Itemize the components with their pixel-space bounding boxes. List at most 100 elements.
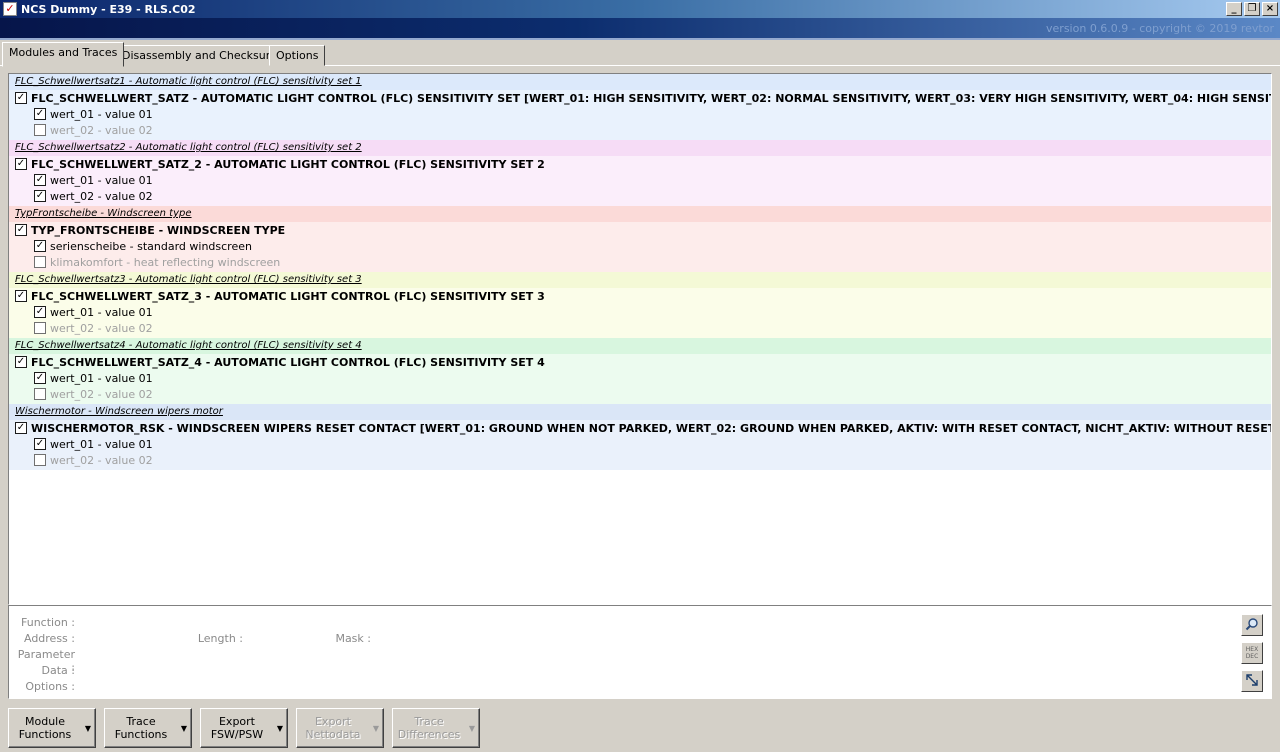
parameter-row[interactable]: ✓ FLC_SCHWELLWERT_SATZ - AUTOMATIC LIGHT … — [9, 90, 1271, 106]
header-banner: version 0.6.0.9 - copyright © 2019 revto… — [0, 18, 1280, 40]
value-checkbox[interactable] — [34, 124, 46, 136]
parameter-label: FLC_SCHWELLWERT_SATZ - AUTOMATIC LIGHT C… — [31, 91, 1272, 105]
parameter-checkbox[interactable]: ✓ — [15, 356, 27, 368]
parameter-checkbox[interactable]: ✓ — [15, 422, 27, 434]
group-header: FLC_Schwellwertsatz1 - Automatic light c… — [9, 74, 1271, 90]
dropdown-arrow-icon: ▼ — [468, 723, 476, 733]
group-body: ✓ FLC_SCHWELLWERT_SATZ_2 - AUTOMATIC LIGH… — [9, 156, 1271, 206]
value-label: wert_01 - value 01 — [50, 371, 153, 385]
parameter-label: TYP_FRONTSCHEIBE - WINDSCREEN TYPE — [31, 223, 286, 237]
module-functions-button[interactable]: Module Functions ▼ — [8, 708, 96, 748]
dropdown-arrow-icon: ▼ — [276, 723, 284, 733]
value-checkbox[interactable]: ✓ — [34, 174, 46, 186]
options-label: Options : — [25, 680, 75, 693]
value-row[interactable]: wert_02 - value 02 — [9, 122, 1271, 138]
value-row[interactable]: ✓ serienscheibe - standard windscreen — [9, 238, 1271, 254]
parameter-label: FLC_SCHWELLWERT_SATZ_3 - AUTOMATIC LIGHT… — [31, 289, 545, 303]
value-row[interactable]: ✓ wert_01 - value 01 — [9, 370, 1271, 386]
group-header: TypFrontscheibe - Windscreen type — [9, 206, 1271, 222]
length-label: Length : — [197, 632, 243, 645]
export-fsw-psw-button[interactable]: Export FSW/PSW ▼ — [200, 708, 288, 748]
resize-arrow-icon — [1245, 673, 1259, 690]
trace-functions-button[interactable]: Trace Functions ▼ — [104, 708, 192, 748]
details-panel: Function : Address : Length : Mask : Par… — [8, 605, 1272, 699]
value-row[interactable]: ✓ wert_02 - value 02 — [9, 188, 1271, 204]
value-row[interactable]: ✓ wert_01 - value 01 — [9, 106, 1271, 122]
value-checkbox[interactable] — [34, 454, 46, 466]
search-button[interactable] — [1241, 614, 1263, 636]
value-label: serienscheibe - standard windscreen — [50, 239, 252, 253]
tab-disassembly-and-checksums[interactable]: Disassembly and Checksums — [115, 45, 290, 66]
value-label: klimakomfort - heat reflecting windscree… — [50, 255, 281, 269]
value-label: wert_02 - value 02 — [50, 123, 153, 137]
data-label: Data : — [41, 664, 75, 677]
group-header: FLC_Schwellwertsatz4 - Automatic light c… — [9, 338, 1271, 354]
value-checkbox[interactable] — [34, 322, 46, 334]
value-checkbox[interactable]: ✓ — [34, 240, 46, 252]
version-text: version 0.6.0.9 - copyright © 2019 revto… — [1046, 22, 1274, 35]
parameter-row[interactable]: ✓ FLC_SCHWELLWERT_SATZ_2 - AUTOMATIC LIGH… — [9, 156, 1271, 172]
parameter-row[interactable]: ✓ WISCHERMOTOR_RSK - WINDSCREEN WIPERS RE… — [9, 420, 1271, 436]
value-checkbox[interactable]: ✓ — [34, 306, 46, 318]
value-label: wert_02 - value 02 — [50, 189, 153, 203]
resize-button[interactable] — [1241, 670, 1263, 692]
value-label: wert_01 - value 01 — [50, 107, 153, 121]
value-checkbox[interactable] — [34, 388, 46, 400]
magnifier-icon — [1245, 617, 1259, 634]
group-header: Wischermotor - Windscreen wipers motor — [9, 404, 1271, 420]
value-row[interactable]: ✓ wert_01 - value 01 — [9, 436, 1271, 452]
value-label: wert_01 - value 01 — [50, 173, 153, 187]
close-button[interactable]: × — [1262, 2, 1278, 16]
value-checkbox[interactable]: ✓ — [34, 438, 46, 450]
tab-strip: Modules and Traces Disassembly and Check… — [0, 42, 1280, 67]
dropdown-arrow-icon: ▼ — [180, 723, 188, 733]
value-row[interactable]: wert_02 - value 02 — [9, 320, 1271, 336]
group-body: ✓ FLC_SCHWELLWERT_SATZ_3 - AUTOMATIC LIGH… — [9, 288, 1271, 338]
value-row[interactable]: ✓ wert_01 - value 01 — [9, 172, 1271, 188]
parameter-checkbox[interactable]: ✓ — [15, 92, 27, 104]
value-label: wert_02 - value 02 — [50, 387, 153, 401]
group-body: ✓ FLC_SCHWELLWERT_SATZ_4 - AUTOMATIC LIGH… — [9, 354, 1271, 404]
tab-modules-and-traces[interactable]: Modules and Traces — [2, 42, 125, 67]
value-label: wert_01 - value 01 — [50, 305, 153, 319]
trace-differences-button[interactable]: Trace Differences ▼ — [392, 708, 480, 748]
group-header: FLC_Schwellwertsatz3 - Automatic light c… — [9, 272, 1271, 288]
tab-options[interactable]: Options — [269, 45, 326, 66]
title-bar: ✓ NCS Dummy - E39 - RLS.C02 _ ❐ × — [0, 0, 1280, 18]
group-body: ✓ FLC_SCHWELLWERT_SATZ - AUTOMATIC LIGHT … — [9, 90, 1271, 140]
window-title: NCS Dummy - E39 - RLS.C02 — [21, 3, 196, 16]
value-label: wert_01 - value 01 — [50, 437, 153, 451]
restore-button[interactable]: ❐ — [1244, 2, 1260, 16]
value-checkbox[interactable]: ✓ — [34, 190, 46, 202]
trace-functions-label: Trace Functions — [114, 715, 168, 741]
export-nettodata-button[interactable]: Export Nettodata ▼ — [296, 708, 384, 748]
value-row[interactable]: wert_02 - value 02 — [9, 452, 1271, 468]
function-label: Function : — [21, 616, 75, 629]
value-row[interactable]: ✓ wert_01 - value 01 — [9, 304, 1271, 320]
dropdown-arrow-icon: ▼ — [84, 723, 92, 733]
value-label: wert_02 - value 02 — [50, 321, 153, 335]
hex-dec-toggle-button[interactable]: HEX DEC — [1241, 642, 1263, 664]
value-checkbox[interactable]: ✓ — [34, 108, 46, 120]
parameter-label: FLC_SCHWELLWERT_SATZ_2 - AUTOMATIC LIGHT… — [31, 157, 545, 171]
value-row[interactable]: wert_02 - value 02 — [9, 386, 1271, 402]
parameter-checkbox[interactable]: ✓ — [15, 224, 27, 236]
coding-list[interactable]: FLC_Schwellwertsatz1 - Automatic light c… — [8, 73, 1272, 605]
parameter-checkbox[interactable]: ✓ — [15, 290, 27, 302]
value-checkbox[interactable]: ✓ — [34, 372, 46, 384]
minimize-button[interactable]: _ — [1226, 2, 1242, 16]
bottom-toolbar: Module Functions ▼ Trace Functions ▼ Exp… — [0, 700, 1280, 752]
group-header: FLC_Schwellwertsatz2 - Automatic light c… — [9, 140, 1271, 156]
parameter-checkbox[interactable]: ✓ — [15, 158, 27, 170]
value-checkbox[interactable] — [34, 256, 46, 268]
parameter-row[interactable]: ✓ FLC_SCHWELLWERT_SATZ_3 - AUTOMATIC LIGH… — [9, 288, 1271, 304]
parameter-row[interactable]: ✓ TYP_FRONTSCHEIBE - WINDSCREEN TYPE — [9, 222, 1271, 238]
value-label: wert_02 - value 02 — [50, 453, 153, 467]
mask-label: Mask : — [335, 632, 371, 645]
trace-differences-label: Trace Differences — [397, 715, 461, 741]
app-check-icon[interactable]: ✓ — [3, 2, 17, 16]
module-functions-label: Module Functions — [18, 715, 72, 741]
value-row[interactable]: klimakomfort - heat reflecting windscree… — [9, 254, 1271, 270]
export-fsw-psw-label: Export FSW/PSW — [210, 715, 264, 741]
parameter-row[interactable]: ✓ FLC_SCHWELLWERT_SATZ_4 - AUTOMATIC LIGH… — [9, 354, 1271, 370]
